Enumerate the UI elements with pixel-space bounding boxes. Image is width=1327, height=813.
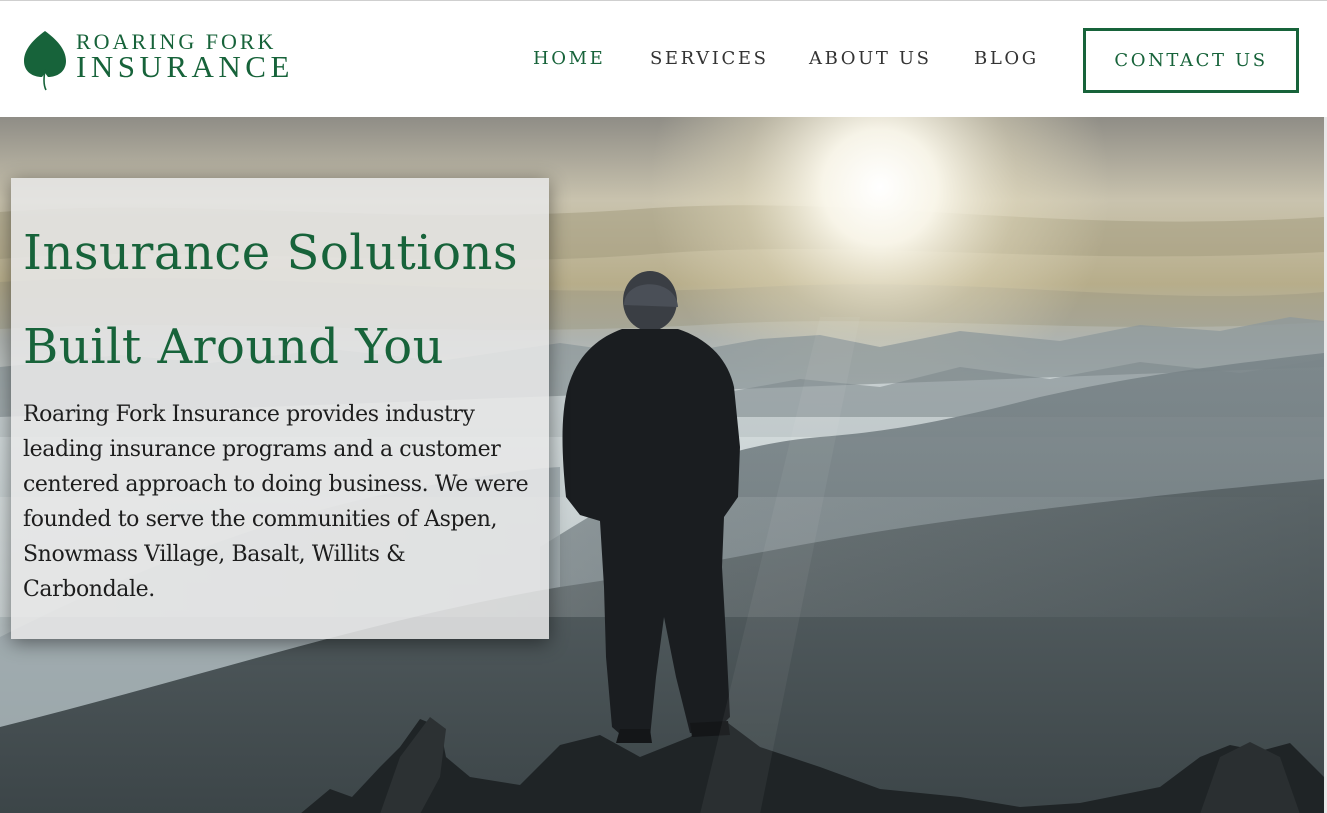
hero-headline-line1: Insurance Solutions bbox=[23, 225, 519, 281]
nav-item-about-us[interactable]: ABOUT US bbox=[809, 48, 932, 69]
brand-name-line2: INSURANCE bbox=[76, 49, 294, 84]
nav-item-blog[interactable]: BLOG bbox=[974, 48, 1039, 69]
hero-headline: Insurance Solutions Built Around You bbox=[23, 206, 518, 394]
brand-logo[interactable]: ROARING FORK INSURANCE bbox=[22, 27, 312, 93]
hero-headline-line2: Built Around You bbox=[23, 319, 445, 375]
aspen-leaf-icon bbox=[24, 31, 66, 91]
hero-intro-card: Insurance Solutions Built Around You Roa… bbox=[11, 178, 549, 639]
nav-item-services[interactable]: SERVICES bbox=[650, 48, 769, 69]
contact-us-button[interactable]: CONTACT US bbox=[1083, 28, 1299, 93]
page: ROARING FORK INSURANCE HOME SERVICES ABO… bbox=[0, 0, 1327, 813]
site-header: ROARING FORK INSURANCE HOME SERVICES ABO… bbox=[0, 1, 1327, 117]
hero-intro-text: Roaring Fork Insurance provides industry… bbox=[23, 402, 529, 602]
nav-item-home[interactable]: HOME bbox=[533, 48, 605, 69]
